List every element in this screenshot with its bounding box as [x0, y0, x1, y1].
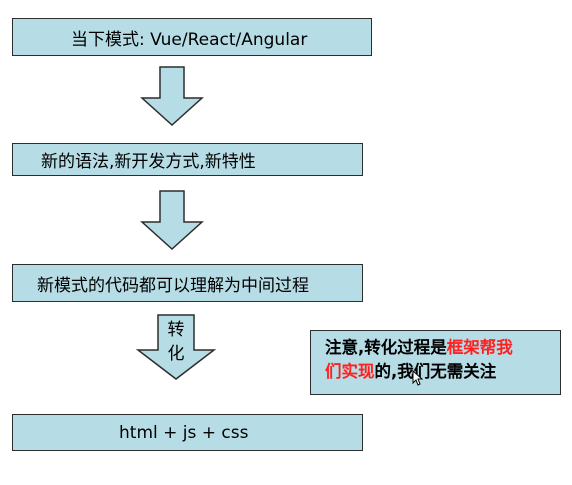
transform-label-line1: 转 [167, 320, 185, 340]
mouse-cursor-icon [412, 370, 424, 386]
step-box-intermediate-code-label: 新模式的代码都可以理解为中间过程 [37, 275, 309, 296]
down-arrow-1 [140, 66, 204, 127]
step-box-new-syntax-label: 新的语法,新开发方式,新特性 [41, 152, 256, 172]
note-text-part2: 的,我们无需关注 [374, 362, 497, 381]
transform-label: 转 化 [164, 318, 188, 366]
step-box-current-mode: 当下模式: Vue/React/Angular [12, 18, 372, 56]
step-box-intermediate-code: 新模式的代码都可以理解为中间过程 [12, 264, 363, 302]
step-box-new-syntax: 新的语法,新开发方式,新特性 [12, 143, 363, 176]
transform-label-line2: 化 [167, 344, 185, 364]
step-box-output: html + js + css [12, 414, 363, 451]
note-highlight-1: 框架帮我 [446, 338, 513, 357]
note-highlight-2: 们实现 [325, 362, 375, 381]
note-box: 注意,转化过程是框架帮我 们实现的,我们无需关注 [310, 330, 561, 395]
note-text-part1: 注意,转化过程是 [325, 338, 447, 357]
step-box-output-label: html + js + css [119, 422, 249, 443]
down-arrow-2 [140, 190, 204, 251]
step-box-current-mode-label: 当下模式: Vue/React/Angular [71, 29, 308, 50]
